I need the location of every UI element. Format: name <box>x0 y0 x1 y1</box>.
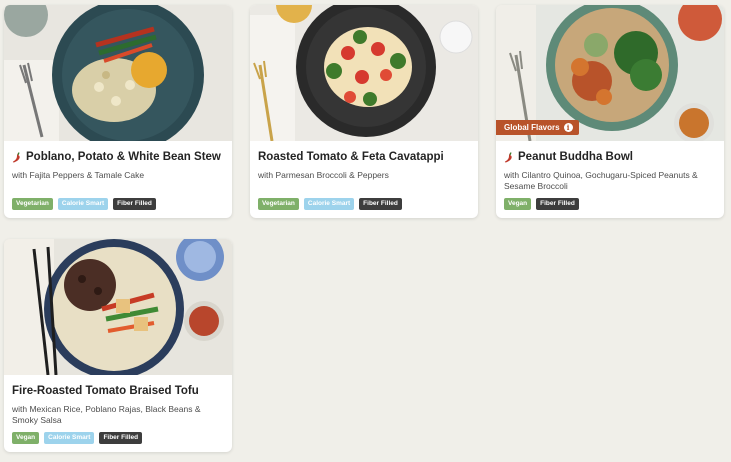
recipe-photo[interactable]: Global Flavors i <box>496 5 724 141</box>
tag-vegetarian: Vegetarian <box>12 198 53 210</box>
tag-calorie-smart: Calorie Smart <box>44 432 95 444</box>
recipe-photo[interactable] <box>250 5 478 141</box>
tag-list: Vegetarian Calorie Smart Fiber Filled <box>12 198 224 210</box>
badge-label: Global Flavors <box>504 123 560 132</box>
recipe-title-text: Peanut Buddha Bowl <box>518 151 633 163</box>
recipe-subtitle: with Parmesan Broccoli & Peppers <box>258 170 389 180</box>
tag-vegetarian: Vegetarian <box>258 198 299 210</box>
recipe-photo[interactable] <box>4 239 232 375</box>
tag-fiber-filled: Fiber Filled <box>113 198 156 210</box>
recipe-title[interactable]: Roasted Tomato & Feta Cavatappi <box>258 150 470 164</box>
tag-fiber-filled: Fiber Filled <box>99 432 143 444</box>
recipe-title-text: Fire-Roasted Tomato Braised Tofu <box>12 385 199 397</box>
tag-list: Vegetarian Calorie Smart Fiber Filled <box>258 198 470 210</box>
recipe-title[interactable]: Poblano, Potato & White Bean Stew <box>12 150 224 164</box>
recipe-title-text: Poblano, Potato & White Bean Stew <box>26 151 221 163</box>
recipe-subtitle: with Fajita Peppers & Tamale Cake <box>12 170 145 180</box>
chili-pepper-icon <box>12 151 20 162</box>
tag-fiber-filled: Fiber Filled <box>359 198 402 210</box>
recipe-card[interactable]: Global Flavors i Peanut Buddha Bowl with… <box>496 5 724 218</box>
recipe-photo[interactable] <box>4 5 232 141</box>
recipe-card[interactable]: Roasted Tomato & Feta Cavatappi with Par… <box>250 5 478 218</box>
tag-calorie-smart: Calorie Smart <box>303 198 355 210</box>
info-icon[interactable]: i <box>563 123 573 132</box>
recipe-card[interactable]: Fire-Roasted Tomato Braised Tofu with Me… <box>4 239 232 452</box>
tag-fiber-filled: Fiber Filled <box>536 198 579 210</box>
recipe-title[interactable]: Fire-Roasted Tomato Braised Tofu <box>12 384 224 398</box>
tag-list: Vegan Fiber Filled <box>504 198 716 210</box>
recipe-subtitle: with Cilantro Quinoa, Gochugaru-Spiced P… <box>504 170 698 191</box>
recipe-title[interactable]: Peanut Buddha Bowl <box>504 150 716 164</box>
global-flavors-badge[interactable]: Global Flavors i <box>496 120 579 135</box>
tag-list: Vegan Calorie Smart Fiber Filled <box>12 432 224 444</box>
tag-vegan: Vegan <box>12 432 40 444</box>
chili-pepper-icon <box>504 151 512 162</box>
tag-vegan: Vegan <box>504 198 532 210</box>
recipe-subtitle: with Mexican Rice, Poblano Rajas, Black … <box>12 404 201 425</box>
recipe-card[interactable]: Poblano, Potato & White Bean Stew with F… <box>4 5 232 218</box>
recipe-title-text: Roasted Tomato & Feta Cavatappi <box>258 151 444 163</box>
tag-calorie-smart: Calorie Smart <box>57 198 109 210</box>
